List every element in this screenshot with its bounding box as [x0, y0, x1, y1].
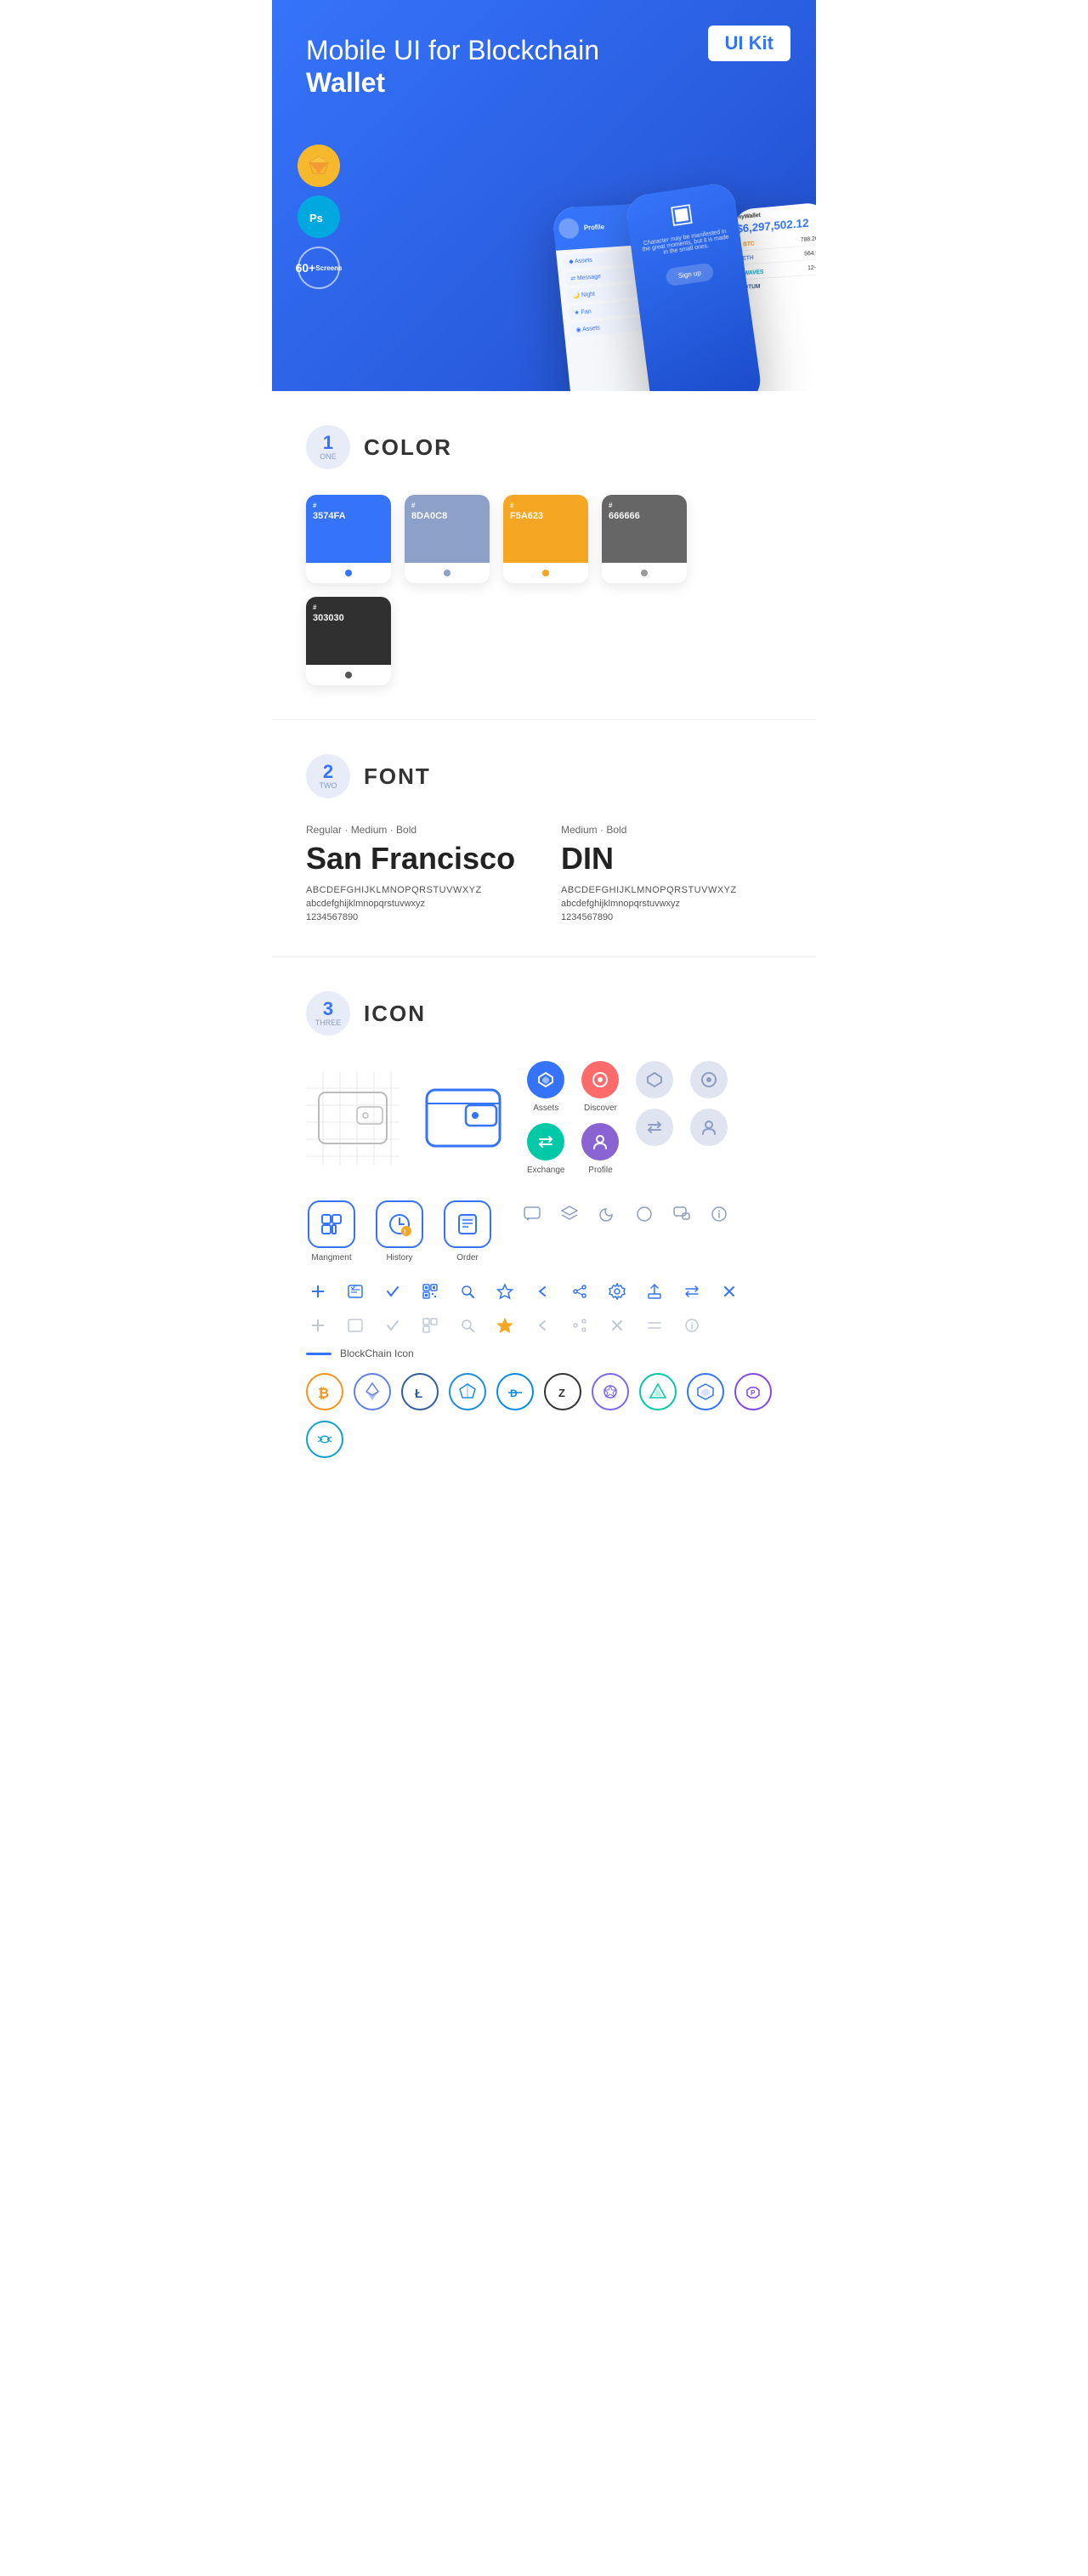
stellar-icon [592, 1373, 629, 1410]
bitcoin-icon: ₿ [306, 1373, 343, 1410]
close-icon [717, 1279, 741, 1303]
search-icon [456, 1279, 479, 1303]
check-icon [381, 1279, 405, 1303]
info-icon [706, 1200, 733, 1228]
list-icon [343, 1279, 367, 1303]
list-icon-gray [343, 1314, 367, 1337]
svg-text:!: ! [404, 1228, 406, 1236]
swatch-gray-blue: # 8DA0C8 [405, 495, 490, 583]
ps-badge: Ps [298, 196, 340, 238]
color-section-title: COLOR [364, 434, 452, 461]
star-icon [493, 1279, 517, 1303]
app-icons-row: Mangment ! History Order [306, 1200, 782, 1262]
icon-exchange: Exchange [527, 1123, 564, 1175]
icon-section: 3 THREE ICON [272, 956, 816, 1492]
hero-title: Mobile UI for Blockchain Wallet [306, 34, 646, 99]
icon-history: ! History [374, 1200, 425, 1262]
swap-icon-gray [643, 1314, 666, 1337]
icon-exchange-gray [636, 1109, 673, 1146]
icon-order: Order [442, 1200, 493, 1262]
icon-assets-gray [636, 1061, 673, 1098]
search-icon-gray [456, 1314, 479, 1337]
svg-text:₿: ₿ [318, 1386, 329, 1401]
polygon-icon: P [734, 1373, 772, 1410]
waves-icon [639, 1373, 677, 1410]
icon-profile-gray [690, 1109, 728, 1146]
hero-section: Mobile UI for Blockchain Wallet UI Kit P… [272, 0, 816, 391]
svg-text:Ł: Ł [415, 1387, 422, 1401]
nav-icons-group: Assets Exchange Discover [527, 1061, 728, 1175]
icon-discover: Discover [581, 1061, 619, 1113]
font-section-title: FONT [364, 763, 431, 790]
font-section-header: 2 TWO FONT [306, 754, 782, 798]
color-section-header: 1 ONE COLOR [306, 425, 782, 469]
sketch-badge [298, 145, 340, 187]
stratis-icon [449, 1373, 486, 1410]
swap-icon [680, 1279, 704, 1303]
dash-icon: D [496, 1373, 534, 1410]
svg-text:Z: Z [558, 1387, 565, 1399]
wallet-colored [416, 1071, 510, 1165]
hero-badges: Ps 60+ Screens [298, 145, 340, 289]
swatch-mid-gray: # 666666 [602, 495, 687, 583]
ui-kit-badge: UI Kit [708, 26, 790, 61]
qr-icon-gray [418, 1314, 442, 1337]
chevron-left-icon [530, 1279, 554, 1303]
litecoin-icon: Ł [401, 1373, 439, 1410]
icon-showcase: Assets Exchange Discover [306, 1061, 782, 1175]
blockchain-label: BlockChain Icon [306, 1348, 782, 1359]
swatch-dark: # 303030 [306, 597, 391, 685]
font-din: Medium · Bold DIN ABCDEFGHIJKLMNOPQRSTUV… [561, 824, 782, 922]
utility-icons-colored [306, 1279, 782, 1337]
icon-section-number: 3 THREE [306, 991, 350, 1036]
plus-icon [306, 1279, 330, 1303]
icon-section-title: ICON [364, 1001, 426, 1027]
color-section: 1 ONE COLOR # 3574FA # 8DA0C8 # F5A623 [272, 391, 816, 719]
icon-discover-gray [690, 1061, 728, 1098]
upload-icon [643, 1279, 666, 1303]
phone-mockups: Profile ◆ Assets ⇄ Message 🌙 Night ★ Fan… [561, 187, 816, 391]
plus-icon-gray [306, 1314, 330, 1337]
font-section: 2 TWO FONT Regular · Medium · Bold San F… [272, 719, 816, 956]
layers-icon [556, 1200, 583, 1228]
icon-section-header: 3 THREE ICON [306, 991, 782, 1036]
icon-assets: Assets [527, 1061, 564, 1113]
utility-icons-gray [306, 1314, 782, 1337]
font-grid: Regular · Medium · Bold San Francisco AB… [306, 824, 782, 922]
info-icon-gray [680, 1314, 704, 1337]
ethereum-icon [354, 1373, 391, 1410]
icon-profile: Profile [581, 1123, 619, 1175]
svg-text:Ps: Ps [309, 212, 323, 224]
share-icon [568, 1279, 592, 1303]
check-icon-gray [381, 1314, 405, 1337]
circle-icon [631, 1200, 658, 1228]
swatch-orange: # F5A623 [503, 495, 588, 583]
chat-icon [518, 1200, 546, 1228]
color-swatches: # 3574FA # 8DA0C8 # F5A623 # 666666 [306, 495, 782, 685]
svg-text:P: P [751, 1389, 756, 1397]
x-icon-gray [605, 1314, 629, 1337]
zcash-icon: Z [544, 1373, 581, 1410]
icon-management: Mangment [306, 1200, 357, 1262]
svg-text:D: D [510, 1387, 518, 1399]
wallet-wireframe [306, 1071, 400, 1165]
vechain-icon [687, 1373, 724, 1410]
qr-icon [418, 1279, 442, 1303]
swatch-blue: # 3574FA [306, 495, 391, 583]
font-section-number: 2 TWO [306, 754, 350, 798]
ripple-icon [306, 1421, 343, 1458]
blockchain-icons: ₿ Ł D Z [306, 1373, 782, 1458]
chevron-left-icon-gray [530, 1314, 554, 1337]
misc-icons-group [518, 1200, 733, 1228]
settings-icon [605, 1279, 629, 1303]
moon-icon [593, 1200, 620, 1228]
color-section-number: 1 ONE [306, 425, 350, 469]
speech-icon [668, 1200, 695, 1228]
star-icon-highlighted [493, 1314, 517, 1337]
font-sf: Regular · Medium · Bold San Francisco AB… [306, 824, 527, 922]
share-icon-gray [568, 1314, 592, 1337]
screens-badge: 60+ Screens [298, 247, 340, 289]
